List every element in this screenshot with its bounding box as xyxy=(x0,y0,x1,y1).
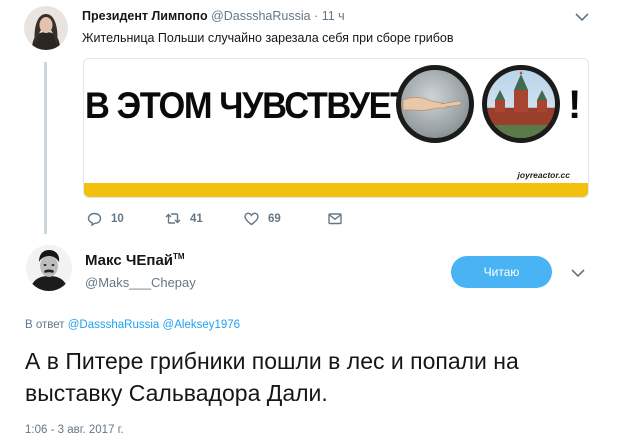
like-count: 69 xyxy=(268,213,281,225)
tweet-timestamp[interactable]: 1:06 - 3 авг. 2017 г. xyxy=(25,424,124,436)
chevron-down-icon[interactable] xyxy=(574,10,590,24)
author-name[interactable]: Президент Лимпопо xyxy=(82,9,208,23)
message-icon xyxy=(328,213,342,225)
tweet-header: Президент Лимпопо @DassshaRussia · 11 ч xyxy=(82,9,345,23)
reply-context: В ответ @DassshaRussia @Aleksey1976 xyxy=(25,319,240,331)
author-handle[interactable]: @Maks___Chepay xyxy=(85,275,196,290)
author-name-text: Макс ЧЕпай xyxy=(85,252,174,269)
media-color-strip xyxy=(84,183,588,197)
avatar[interactable] xyxy=(24,6,68,50)
kremlin-illustration xyxy=(482,65,560,143)
separator-dot: · xyxy=(314,9,319,23)
tweet-text: А в Питере грибники пошли в лес и попали… xyxy=(25,348,519,406)
reply-action[interactable]: 10 xyxy=(87,212,124,226)
tweet-text: Жительница Польши случайно зарезала себя… xyxy=(82,31,454,45)
like-action[interactable]: 69 xyxy=(244,212,281,226)
hand-illustration xyxy=(396,65,474,143)
like-icon xyxy=(244,212,259,226)
thread-connector-line xyxy=(44,62,47,234)
mention-link[interactable]: @DassshaRussia xyxy=(68,319,160,331)
reply-icon xyxy=(87,212,102,226)
reply-count: 10 xyxy=(111,213,124,225)
message-action[interactable] xyxy=(328,212,342,225)
avatar[interactable] xyxy=(26,245,72,291)
author-name-suffix: TM xyxy=(173,252,185,261)
reply-prefix: В ответ xyxy=(25,319,65,331)
retweet-count: 41 xyxy=(190,212,203,225)
tweet-time[interactable]: 11 ч xyxy=(322,9,345,23)
retweet-icon xyxy=(165,213,181,224)
author-handle[interactable]: @DassshaRussia xyxy=(211,9,311,23)
mention-link[interactable]: @Aleksey1976 xyxy=(163,319,241,331)
media-exclamation: ! xyxy=(568,83,582,127)
author-name[interactable]: Макс ЧЕпайTM xyxy=(85,252,185,269)
chevron-down-icon[interactable] xyxy=(570,266,586,280)
following-button[interactable]: Читаю xyxy=(451,256,552,288)
retweet-action[interactable]: 41 xyxy=(165,212,203,225)
media-credit: joyreactor.cc xyxy=(517,170,570,180)
tweet-media-image[interactable]: В ЭТОМ ЧУВСТВУЕТСЯ ! joyreactor.cc xyxy=(83,58,589,198)
